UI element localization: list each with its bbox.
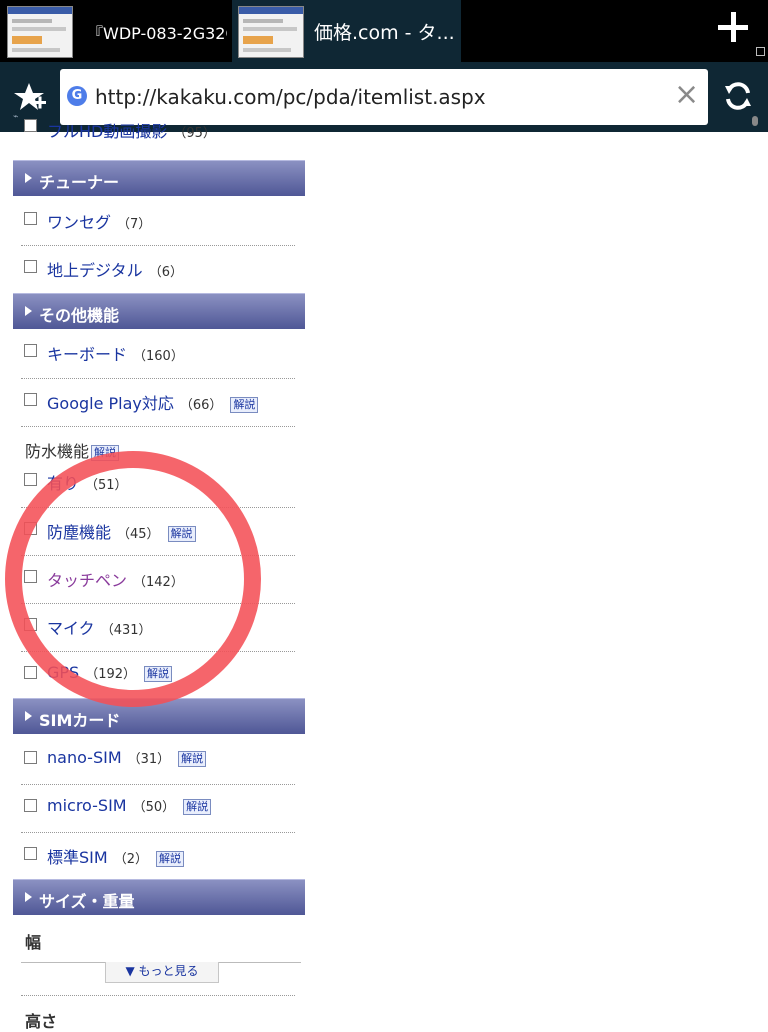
expand-triangle-icon [25, 711, 32, 721]
section-header-sim[interactable]: SIMカード [13, 698, 305, 734]
tab-title: 価格.com - タ... [314, 22, 454, 44]
divider [21, 603, 295, 604]
checkbox[interactable] [24, 393, 37, 406]
checkbox[interactable] [24, 799, 37, 812]
help-badge[interactable]: 解説 [178, 750, 207, 767]
expand-triangle-icon [25, 173, 32, 183]
checkbox[interactable] [24, 570, 37, 583]
filter-label[interactable]: タッチペン （142） [47, 567, 184, 591]
filter-label[interactable]: フルHD動画撮影 （95） [47, 118, 216, 142]
divider [21, 507, 295, 508]
filter-label[interactable]: 有り （51） [47, 470, 128, 494]
show-more-button[interactable]: ▼ もっと見る [105, 962, 219, 983]
filter-label[interactable]: ワンセグ （7） [47, 209, 151, 233]
filter-label[interactable]: Google Play対応 （66） 解説 [47, 390, 259, 414]
clear-icon[interactable]: × [674, 80, 699, 110]
help-badge[interactable]: 解説 [183, 798, 212, 815]
tab-thumbnail [238, 6, 304, 58]
checkbox[interactable] [24, 119, 37, 132]
reload-icon[interactable] [722, 80, 754, 112]
filter-label[interactable]: nano-SIM （31） 解説 [47, 748, 207, 767]
help-badge[interactable]: 解説 [155, 850, 184, 867]
expand-triangle-icon [25, 892, 32, 902]
checkbox[interactable] [24, 847, 37, 860]
divider [21, 378, 295, 379]
checkbox[interactable] [24, 666, 37, 679]
checkbox[interactable] [24, 618, 37, 631]
filter-label[interactable]: micro-SIM （50） 解説 [47, 796, 212, 815]
filter-label[interactable]: GPS （192） 解説 [47, 663, 173, 682]
help-badge[interactable]: 解説 [167, 525, 196, 542]
google-favicon-icon: G [67, 86, 87, 106]
filter-label[interactable]: マイク （431） [47, 615, 152, 639]
subsection-title-waterproof: 防水機能 解説 [25, 438, 120, 462]
section-header-tuner[interactable]: チューナー [13, 160, 305, 196]
checkbox[interactable] [24, 751, 37, 764]
divider [21, 555, 295, 556]
checkbox[interactable] [24, 212, 37, 225]
subsection-title-height: 高さ [25, 1012, 58, 1031]
checkbox[interactable] [24, 522, 37, 535]
new-tab-icon[interactable] [716, 10, 750, 44]
tab-kakaku[interactable]: 価格.com - タ... [232, 0, 461, 62]
swipe-hint-icon: ⌁ [13, 112, 19, 122]
help-badge[interactable]: 解説 [230, 396, 259, 413]
filter-label[interactable]: 地上デジタル （6） [47, 257, 183, 281]
filter-panel: フルHD動画撮影 （95） チューナー ワンセグ （7） 地上デジタル （6） その他… [13, 119, 305, 1031]
help-badge[interactable]: 解説 [144, 665, 173, 682]
tab-thumbnail [7, 6, 73, 58]
filter-label[interactable]: キーボード （160） [47, 341, 184, 365]
section-header-other[interactable]: その他機能 [13, 293, 305, 329]
tab-title: 『WDP-083-2G32G-... [87, 24, 227, 43]
url-field[interactable]: G http://kakaku.com/pc/pda/itemlist.aspx… [60, 69, 708, 125]
divider [21, 784, 295, 785]
mic-icon[interactable] [752, 116, 758, 126]
divider [21, 245, 295, 246]
url-text[interactable]: http://kakaku.com/pc/pda/itemlist.aspx [95, 85, 486, 109]
checkbox[interactable] [24, 260, 37, 273]
divider [21, 651, 295, 652]
checkbox[interactable] [24, 344, 37, 357]
bookmark-star-icon[interactable] [14, 80, 48, 114]
tab-wdp[interactable]: 『WDP-083-2G32G-... [0, 0, 228, 62]
tab-corner-icon [756, 47, 765, 56]
section-header-size[interactable]: サイズ・重量 [13, 879, 305, 915]
filter-label[interactable]: 標準SIM （2） 解説 [47, 844, 184, 868]
tab-strip: 『WDP-083-2G32G-... 価格.com - タ... [0, 0, 768, 62]
subsection-title-width: 幅 [25, 933, 42, 952]
help-badge[interactable]: 解説 [91, 444, 120, 461]
checkbox[interactable] [24, 473, 37, 486]
expand-triangle-icon [25, 306, 32, 316]
divider [21, 832, 295, 833]
divider [21, 995, 295, 996]
divider [21, 426, 295, 427]
filter-label[interactable]: 防塵機能 （45） 解説 [47, 519, 196, 543]
